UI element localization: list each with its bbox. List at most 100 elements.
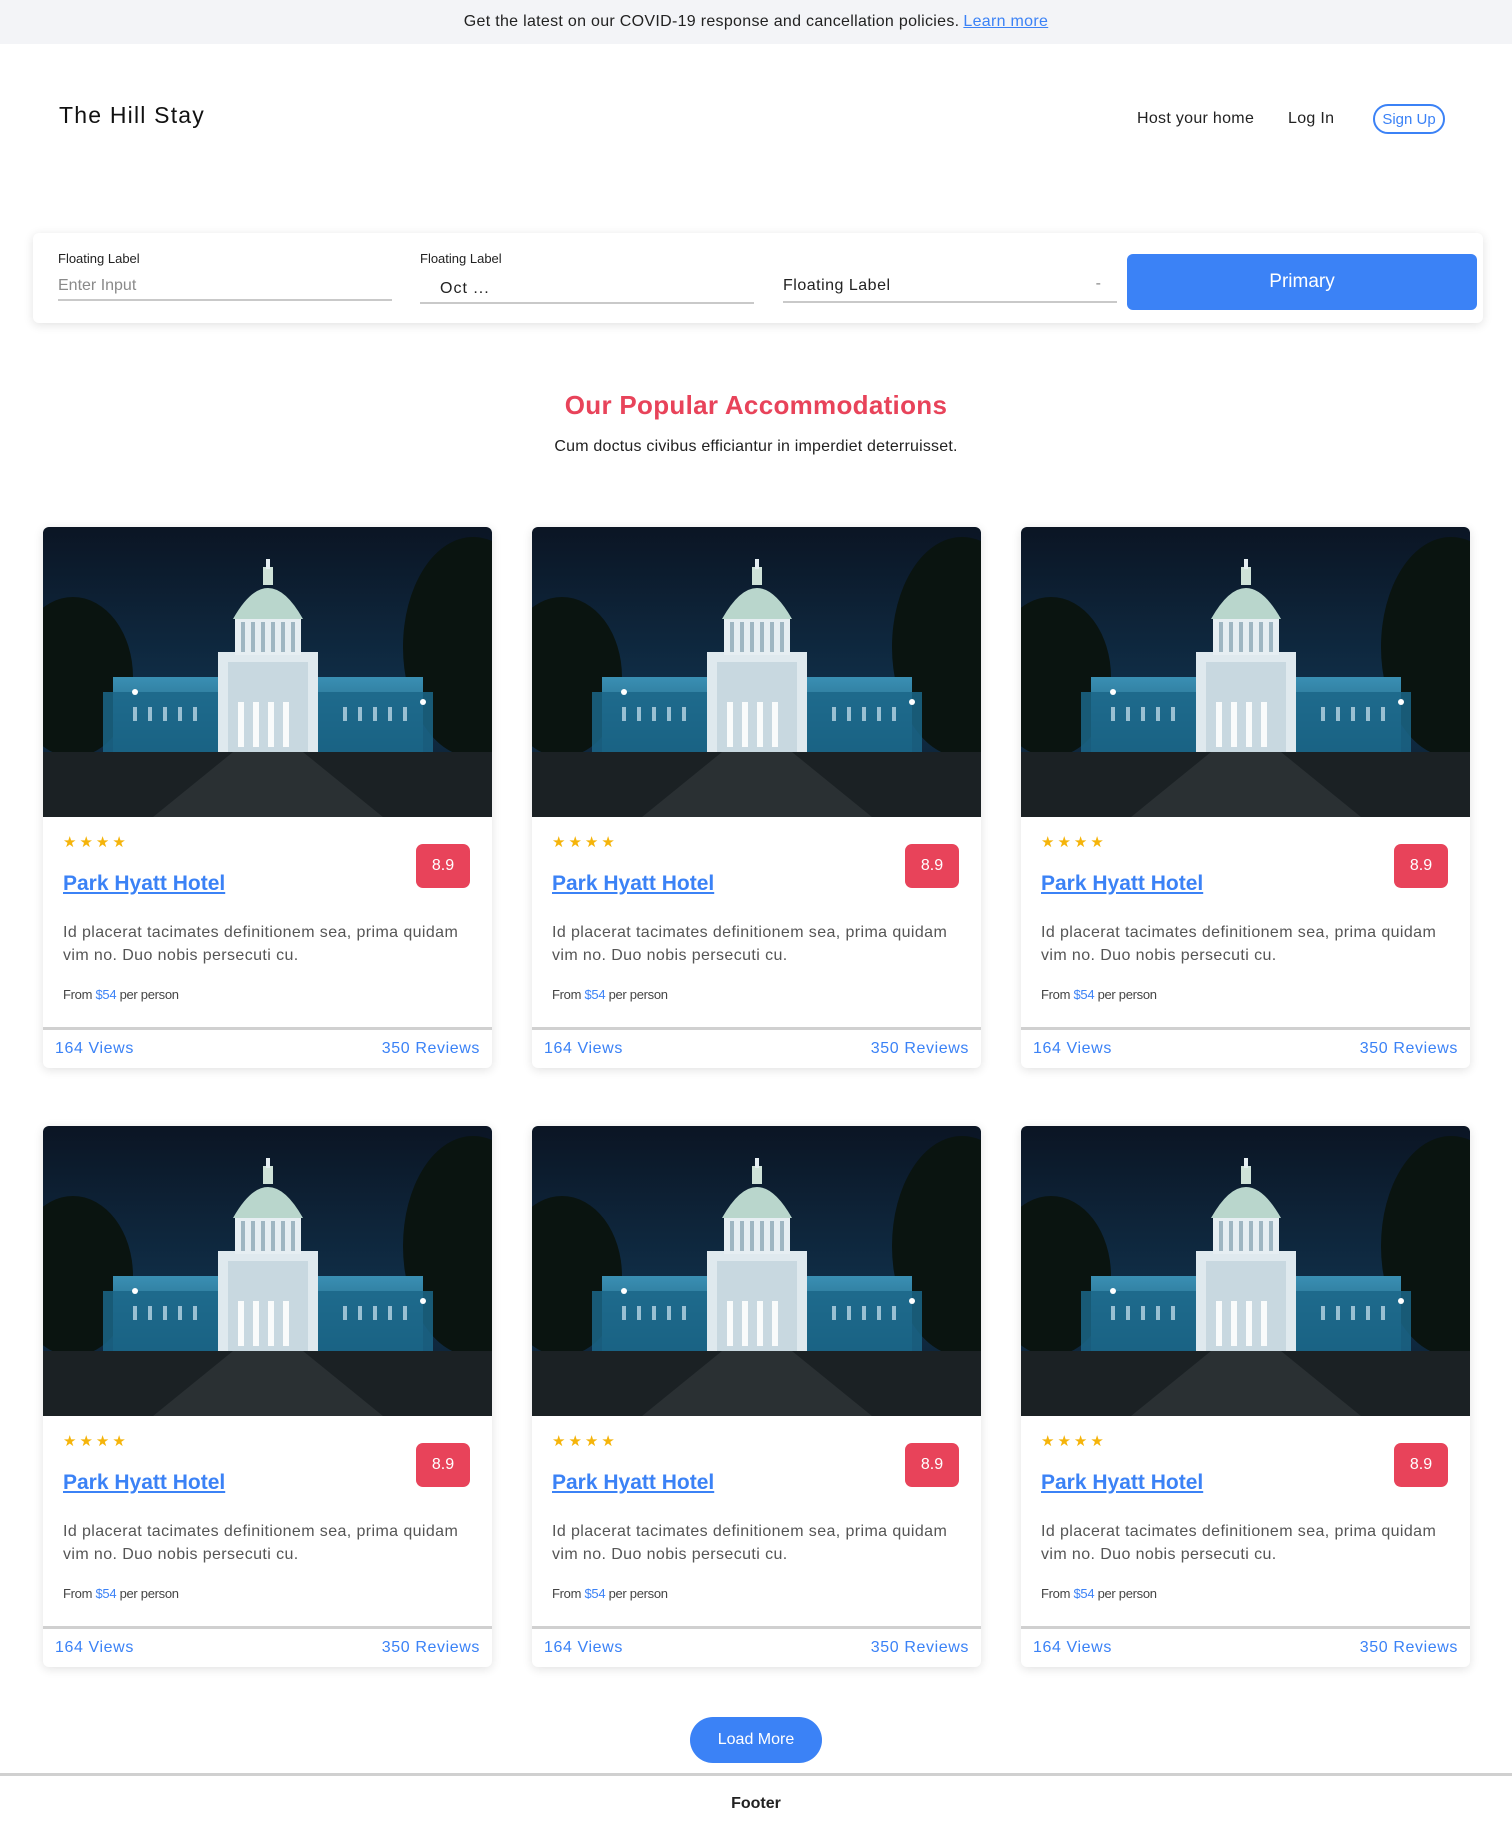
price-line: From $54 per person xyxy=(63,1586,179,1601)
star-icon: ★ xyxy=(112,1433,129,1450)
price-amount: $54 xyxy=(95,1586,117,1601)
search-bar: Floating Label Floating Label Floating L… xyxy=(33,233,1483,323)
capitol-building-image[interactable] xyxy=(532,1126,981,1416)
capitol-building-image[interactable] xyxy=(1021,527,1470,817)
price-line: From $54 per person xyxy=(552,987,668,1002)
star-icon: ★ xyxy=(552,834,569,851)
date-input-field[interactable] xyxy=(420,276,754,304)
accommodation-card: ★★★★ 8.9 Park Hyatt Hotel Id placerat ta… xyxy=(1021,1126,1470,1667)
star-icon: ★ xyxy=(1041,834,1058,851)
score-badge: 8.9 xyxy=(1394,1443,1448,1487)
hotel-title-link[interactable]: Park Hyatt Hotel xyxy=(1041,1471,1203,1495)
star-icon: ★ xyxy=(1090,834,1107,851)
score-badge: 8.9 xyxy=(416,1443,470,1487)
star-icon: ★ xyxy=(601,834,618,851)
star-icon: ★ xyxy=(1090,1433,1107,1450)
price-from-label: From xyxy=(63,1586,93,1601)
price-from-label: From xyxy=(552,1586,582,1601)
dropdown-caret-icon: - xyxy=(1095,275,1101,292)
price-line: From $54 per person xyxy=(63,987,179,1002)
reviews-count[interactable]: 350 Reviews xyxy=(871,1040,969,1058)
star-icon: ★ xyxy=(1057,834,1074,851)
field-1-label: Floating Label xyxy=(58,251,140,266)
accommodation-card: ★★★★ 8.9 Park Hyatt Hotel Id placerat ta… xyxy=(532,527,981,1068)
log-in-link[interactable]: Log In xyxy=(1288,110,1334,128)
star-icon: ★ xyxy=(112,834,129,851)
star-icon: ★ xyxy=(95,834,113,851)
price-unit-label: per person xyxy=(119,1586,179,1601)
views-count[interactable]: 164 Views xyxy=(544,1639,623,1657)
price-unit-label: per person xyxy=(608,987,668,1002)
reviews-count[interactable]: 350 Reviews xyxy=(1360,1040,1458,1058)
star-icon: ★ xyxy=(1057,1433,1074,1450)
price-from-label: From xyxy=(1041,987,1071,1002)
load-more-button[interactable]: Load More xyxy=(690,1717,822,1763)
hotel-title-link[interactable]: Park Hyatt Hotel xyxy=(63,1471,225,1495)
accommodation-card: ★★★★ 8.9 Park Hyatt Hotel Id placerat ta… xyxy=(43,527,492,1068)
price-line: From $54 per person xyxy=(552,1586,668,1601)
price-from-label: From xyxy=(552,987,582,1002)
star-icon: ★ xyxy=(1073,1433,1091,1450)
capitol-building-image[interactable] xyxy=(43,527,492,817)
select-dropdown[interactable]: Floating Label - xyxy=(783,273,1117,303)
star-icon: ★ xyxy=(95,1433,113,1450)
reviews-count[interactable]: 350 Reviews xyxy=(382,1040,480,1058)
views-count[interactable]: 164 Views xyxy=(55,1639,134,1657)
hotel-title-link[interactable]: Park Hyatt Hotel xyxy=(1041,872,1203,896)
card-footer: 164 Views 350 Reviews xyxy=(43,1027,492,1068)
reviews-count[interactable]: 350 Reviews xyxy=(382,1639,480,1657)
banner-text: Get the latest on our COVID-19 response … xyxy=(463,13,960,30)
star-rating: ★★★★ xyxy=(63,1432,129,1450)
hotel-description: Id placerat tacimates definitionem sea, … xyxy=(1041,924,1437,964)
reviews-count[interactable]: 350 Reviews xyxy=(1360,1639,1458,1657)
section-subtitle: Cum doctus civibus efficiantur in imperd… xyxy=(554,438,958,455)
card-footer: 164 Views 350 Reviews xyxy=(1021,1626,1470,1667)
price-unit-label: per person xyxy=(1097,987,1157,1002)
enter-input-field[interactable] xyxy=(58,273,392,301)
price-unit-label: per person xyxy=(119,987,179,1002)
star-icon: ★ xyxy=(63,1433,80,1450)
price-from-label: From xyxy=(63,987,93,1002)
learn-more-link[interactable]: Learn more xyxy=(963,13,1048,31)
field-2-label: Floating Label xyxy=(420,251,502,266)
star-icon: ★ xyxy=(1041,1433,1058,1450)
select-value: Floating Label xyxy=(783,277,891,294)
star-rating: ★★★★ xyxy=(552,833,618,851)
reviews-count[interactable]: 350 Reviews xyxy=(871,1639,969,1657)
accommodation-card: ★★★★ 8.9 Park Hyatt Hotel Id placerat ta… xyxy=(532,1126,981,1667)
capitol-building-image[interactable] xyxy=(1021,1126,1470,1416)
score-badge: 8.9 xyxy=(905,1443,959,1487)
views-count[interactable]: 164 Views xyxy=(1033,1639,1112,1657)
capitol-building-image[interactable] xyxy=(43,1126,492,1416)
capitol-building-image[interactable] xyxy=(532,527,981,817)
star-icon: ★ xyxy=(601,1433,618,1450)
primary-search-button[interactable]: Primary xyxy=(1127,254,1477,310)
price-unit-label: per person xyxy=(608,1586,668,1601)
star-icon: ★ xyxy=(568,1433,585,1450)
price-amount: $54 xyxy=(1073,1586,1095,1601)
hotel-description: Id placerat tacimates definitionem sea, … xyxy=(63,1523,459,1563)
star-rating: ★★★★ xyxy=(552,1432,618,1450)
sign-up-button[interactable]: Sign Up xyxy=(1373,104,1445,134)
views-count[interactable]: 164 Views xyxy=(1033,1040,1112,1058)
star-icon: ★ xyxy=(63,834,80,851)
views-count[interactable]: 164 Views xyxy=(55,1040,134,1058)
accommodation-card: ★★★★ 8.9 Park Hyatt Hotel Id placerat ta… xyxy=(43,1126,492,1667)
price-line: From $54 per person xyxy=(1041,987,1157,1002)
price-unit-label: per person xyxy=(1097,1586,1157,1601)
hotel-title-link[interactable]: Park Hyatt Hotel xyxy=(552,872,714,896)
hotel-title-link[interactable]: Park Hyatt Hotel xyxy=(552,1471,714,1495)
hotel-title-link[interactable]: Park Hyatt Hotel xyxy=(63,872,225,896)
star-icon: ★ xyxy=(584,1433,602,1450)
section-title: Our Popular Accommodations xyxy=(564,390,948,420)
star-icon: ★ xyxy=(568,834,585,851)
star-icon: ★ xyxy=(79,834,96,851)
card-footer: 164 Views 350 Reviews xyxy=(43,1626,492,1667)
covid-banner: Get the latest on our COVID-19 response … xyxy=(0,0,1512,44)
views-count[interactable]: 164 Views xyxy=(544,1040,623,1058)
price-amount: $54 xyxy=(95,987,117,1002)
score-badge: 8.9 xyxy=(905,844,959,888)
star-icon: ★ xyxy=(584,834,602,851)
host-your-home-link[interactable]: Host your home xyxy=(1137,110,1254,128)
star-icon: ★ xyxy=(79,1433,96,1450)
